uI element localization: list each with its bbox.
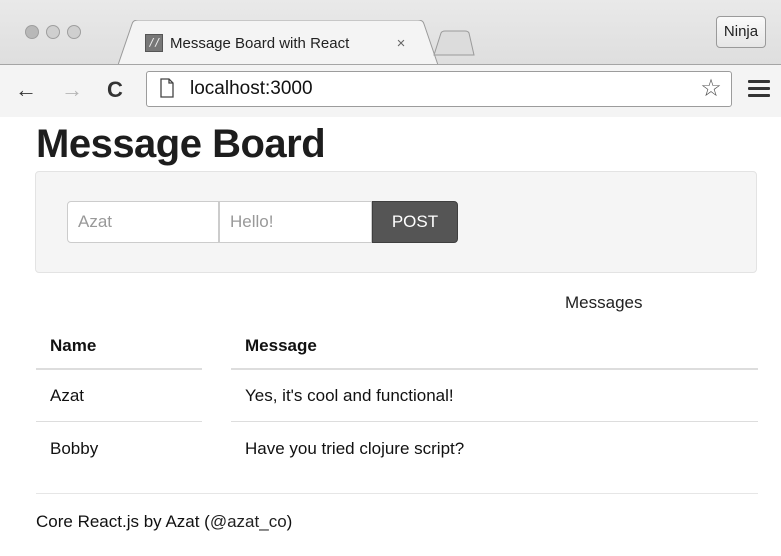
table-caption: Messages	[565, 293, 643, 312]
row-divider	[36, 421, 202, 422]
profile-button[interactable]: Ninja	[716, 16, 766, 48]
tab-close-icon[interactable]: ×	[393, 34, 409, 54]
header-divider	[36, 368, 202, 370]
hamburger-menu-icon[interactable]	[748, 76, 770, 102]
footer: Core React.js by Azat (@azat_co)	[36, 510, 292, 534]
window-close-button[interactable]	[25, 25, 39, 39]
footer-text-prefix: Core React.js by Azat (	[36, 512, 210, 531]
window-minimize-button[interactable]	[46, 25, 60, 39]
footer-divider	[36, 493, 758, 494]
row-divider	[231, 421, 758, 422]
message-input[interactable]	[219, 201, 372, 243]
post-button[interactable]: POST	[372, 201, 458, 243]
column-header-name: Name	[50, 336, 97, 355]
table-row-message: Have you tried clojure script?	[245, 439, 465, 458]
bookmark-star-icon[interactable]: ☆	[698, 76, 724, 102]
forward-arrow-icon[interactable]: →	[60, 77, 84, 103]
table-row-name: Bobby	[50, 439, 99, 458]
footer-text-suffix: )	[286, 512, 293, 531]
url-text[interactable]: localhost:3000	[190, 77, 313, 101]
table-row-message: Yes, it's cool and functional!	[245, 386, 454, 405]
new-tab-button[interactable]	[432, 30, 476, 56]
reload-icon[interactable]: C	[103, 77, 127, 103]
header-divider	[231, 368, 758, 370]
tab-title: Message Board with React	[170, 34, 380, 54]
page-title: Message Board	[36, 122, 326, 166]
tab-favicon-icon: //	[145, 34, 163, 52]
back-arrow-icon[interactable]: ←	[14, 77, 38, 103]
window-maximize-button[interactable]	[67, 25, 81, 39]
column-header-message: Message	[245, 336, 317, 355]
twitter-link[interactable]: @azat_co	[210, 512, 287, 531]
page-document-icon	[160, 78, 174, 98]
table-row-name: Azat	[50, 386, 85, 405]
name-input[interactable]	[67, 201, 219, 243]
